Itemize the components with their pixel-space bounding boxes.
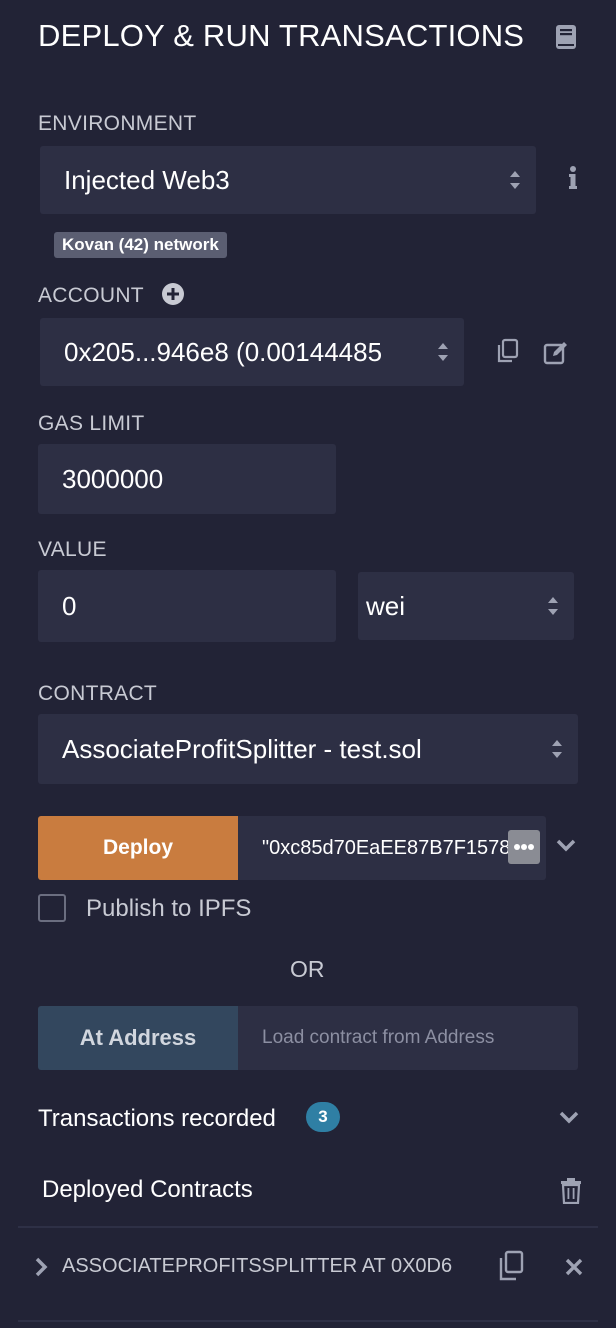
contract-label: CONTRACT [38, 682, 158, 705]
select-arrows-icon [436, 339, 450, 365]
dots-icon [514, 844, 534, 850]
publish-ipfs-checkbox[interactable] [38, 894, 66, 922]
chevron-down-icon[interactable] [556, 838, 576, 852]
gas-limit-value: 3000000 [62, 463, 164, 494]
value-label: VALUE [38, 538, 107, 561]
plus-circle-icon[interactable] [161, 282, 185, 306]
gas-limit-label: GAS LIMIT [38, 412, 145, 435]
at-address-input[interactable]: Load contract from Address [238, 1006, 578, 1070]
value-input[interactable]: 0 [38, 570, 336, 642]
ellipsis-icon[interactable] [508, 830, 540, 864]
value-unit: wei [366, 590, 406, 621]
gas-limit-input[interactable]: 3000000 [38, 444, 336, 514]
copy-icon[interactable] [497, 1250, 525, 1282]
account-select[interactable]: 0x205...946e8 (0.00144485 [40, 318, 464, 386]
select-arrows-icon [552, 740, 562, 758]
deployed-contracts-label: Deployed Contracts [42, 1176, 253, 1203]
contract-value: AssociateProfitSplitter - test.sol [62, 733, 422, 764]
select-arrows-icon [510, 171, 520, 189]
transactions-count-badge: 3 [306, 1102, 340, 1132]
trash-icon[interactable] [560, 1178, 582, 1204]
select-arrows-icon [548, 597, 558, 615]
environment-value: Injected Web3 [64, 164, 230, 195]
network-badge: Kovan (42) network [54, 232, 227, 258]
account-value: 0x205...946e8 (0.00144485 [64, 336, 383, 367]
account-label: ACCOUNT [38, 284, 144, 307]
transactions-recorded-label[interactable]: Transactions recorded [38, 1105, 276, 1133]
publish-ipfs-label: Publish to IPFS [86, 895, 252, 922]
or-label: OR [290, 956, 325, 982]
deploy-button[interactable]: Deploy [38, 816, 238, 880]
contract-select[interactable]: AssociateProfitSplitter - test.sol [38, 714, 578, 784]
edit-icon[interactable] [543, 340, 569, 366]
environment-select[interactable]: Injected Web3 [40, 146, 536, 214]
close-icon[interactable] [565, 1258, 583, 1276]
environment-label: ENVIRONMENT [38, 112, 197, 135]
book-icon[interactable] [554, 24, 578, 50]
deployed-instance-label[interactable]: ASSOCIATEPROFITSSPLITTER AT 0X0D6 [62, 1255, 452, 1278]
deploy-args-value: "0xc85d70EaEE87B7F1578 [262, 836, 511, 859]
at-address-placeholder: Load contract from Address [262, 1027, 495, 1048]
chevron-right-icon[interactable] [34, 1257, 48, 1277]
chevron-down-icon[interactable] [559, 1110, 579, 1124]
at-address-button[interactable]: At Address [38, 1006, 238, 1070]
value-amount: 0 [62, 590, 77, 621]
copy-icon[interactable] [495, 338, 521, 364]
value-unit-select[interactable]: wei [358, 572, 574, 640]
page-title: DEPLOY & RUN TRANSACTIONS [38, 18, 525, 53]
info-icon[interactable] [566, 165, 580, 191]
section-divider [18, 1226, 598, 1228]
bottom-divider [18, 1320, 598, 1322]
deploy-args-input[interactable]: "0xc85d70EaEE87B7F1578 [238, 816, 546, 880]
